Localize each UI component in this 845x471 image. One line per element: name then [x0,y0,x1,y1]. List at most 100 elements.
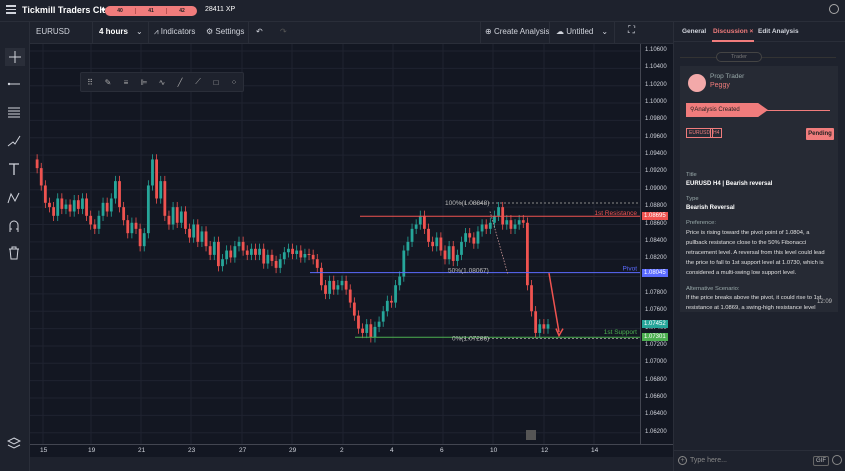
title-label: Title [686,172,697,178]
interval-selector[interactable]: 4 hours [99,27,128,36]
candle-body [56,198,60,216]
candle-body [344,280,348,290]
candle-body [109,198,113,212]
pattern-icon[interactable] [7,191,21,205]
candle-body [72,200,76,212]
time-tick-label: 21 [138,447,146,454]
candle-body [217,241,220,267]
candle-body [146,185,150,234]
candlestick-chart[interactable]: 100%(1.08848) 50%(1.08067) 0%(1.07286) 1st … [30,44,640,444]
candle-body [352,302,356,316]
candle-body [418,215,422,225]
avatar[interactable] [688,74,706,92]
candle-body [64,204,68,209]
fib-100-label: 100%(1.08848) [445,200,489,207]
emoji-icon[interactable] [832,455,842,465]
gif-button[interactable]: GIF [813,456,829,466]
price-tick-label: 1.08800 [645,203,667,210]
drag-handle-icon[interactable]: ⠿ [81,78,99,87]
time-tick-label: 6 [440,447,444,454]
undo-icon[interactable]: ↶ [256,27,263,36]
message-input[interactable]: Type here... [690,457,727,464]
square-icon[interactable]: □ [207,78,225,87]
trash-icon[interactable] [7,246,21,260]
time-tick-label: 4 [390,447,394,454]
username-link[interactable]: Peggy [710,82,730,89]
candle-body [488,222,492,229]
magnet-icon[interactable] [7,219,21,233]
plus-icon[interactable]: + [678,456,687,465]
tab-discussion[interactable]: Discussion × [713,28,753,35]
candle-body [179,211,183,223]
price-tick-label: 1.10200 [645,81,667,88]
analysis-card: Prop Trader Peggy ⚲Analysis Created EURU… [680,66,838,312]
candle-body [435,237,439,247]
candle-body [534,311,538,333]
candle-body [299,250,303,258]
candle-body [188,228,191,238]
candle-body [443,250,447,260]
crosshair-icon[interactable] [5,48,25,66]
lines-icon[interactable]: ≡ [117,78,135,87]
time-tick-label: 2 [340,447,344,454]
candle-body [398,276,402,286]
brush-icon[interactable] [7,134,21,148]
user-role: Prop Trader [710,73,745,80]
fullscreen-icon[interactable]: ⛶ [628,25,635,36]
active-tab-indicator [712,40,754,42]
time-tick-label: 19 [88,447,96,454]
close-icon[interactable]: × [750,28,754,35]
support-price-tag: 1.07301 [642,333,668,342]
candle-body [81,198,84,209]
tab-general[interactable]: General [682,28,706,35]
style-icon[interactable]: ⟋ [189,77,207,87]
text-tool-icon[interactable] [7,162,21,176]
create-analysis-button[interactable]: ⊕ Create Analysis [485,27,550,36]
candle-body [76,200,80,209]
layers-icon[interactable] [6,436,22,450]
candle-body [455,254,459,261]
line-icon[interactable]: ╱ [171,78,189,87]
globe-icon[interactable] [829,4,839,14]
candle-body [241,241,245,251]
candle-body [336,285,340,290]
candle-body [233,246,237,258]
candle-body [476,231,480,244]
indicators-button[interactable]: ⩘ Indicators [154,27,195,37]
time-axis[interactable]: 15 19 21 23 27 29 2 4 6 10 12 14 [30,444,673,457]
layout-selector[interactable]: ☁ Untitled ⌄ [556,27,608,36]
type-label: Type [686,196,699,202]
price-tick-label: 1.09800 [645,116,667,123]
chevron-down-icon[interactable]: ⌄ [136,27,143,36]
trend-line-icon[interactable] [7,77,21,91]
price-tick-label: 1.09000 [645,185,667,192]
price-axis[interactable]: 1.10600 1.10400 1.10200 1.10000 1.09800 1.096… [640,44,673,444]
candle-body [68,204,72,212]
projection-arrowhead [555,328,564,338]
candle-body [249,248,253,255]
analysis-created-banner: ⚲Analysis Created [686,103,768,117]
tab-edit-analysis[interactable]: Edit Analysis [758,28,799,35]
candle-body [204,231,208,247]
candle-body [184,211,187,229]
candle-body [439,237,443,251]
settings-button[interactable]: ⚙ Settings [206,27,244,36]
pencil-icon[interactable]: ✎ [99,78,117,87]
fib-levels-icon[interactable] [7,105,21,119]
price-chart[interactable]: 100%(1.08848) 50%(1.08067) 0%(1.07286) 1st … [30,44,640,444]
candle-body [546,324,550,329]
candle-body [196,224,200,242]
symbol-selector[interactable]: EURUSD [36,27,70,36]
menu-icon[interactable] [6,5,16,15]
time-tick-label: 14 [591,447,599,454]
projection-arrow [548,272,560,333]
time-tick-label: 27 [239,447,247,454]
candle-body [505,220,509,225]
title-value: EURUSD H4 | Bearish reversal [686,181,773,187]
more-icon[interactable]: ⁘ [225,78,243,87]
align-icon[interactable]: ⊫ [135,78,153,87]
price-tick-label: 1.09400 [645,151,667,158]
redo-icon[interactable]: ↷ [280,27,287,36]
candle-body [451,246,455,261]
curve-icon[interactable]: ∿ [153,78,171,87]
